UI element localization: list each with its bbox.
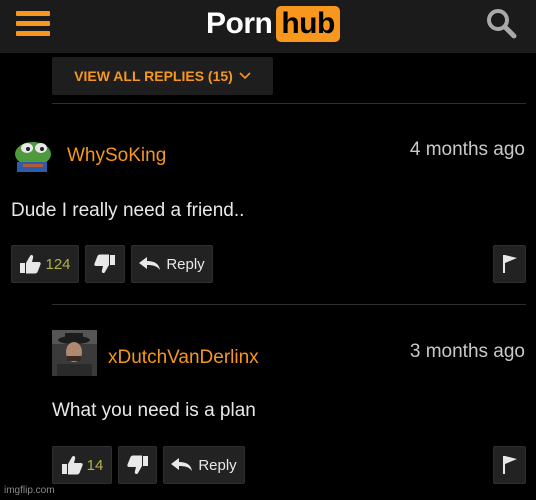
avatar[interactable] (52, 330, 97, 376)
comment-timestamp: 4 months ago (409, 139, 525, 160)
thumbs-up-icon (20, 254, 42, 274)
view-all-replies-button[interactable]: VIEW ALL REPLIES (15) (52, 57, 273, 95)
dislike-button[interactable] (118, 446, 157, 484)
reply-arrow-icon (139, 257, 161, 270)
thumbs-down-icon (94, 254, 115, 274)
like-button[interactable]: 124 (11, 245, 79, 283)
flag-icon (502, 255, 517, 273)
dislike-button[interactable] (85, 245, 125, 283)
watermark: imgflip.com (4, 485, 55, 496)
thumbs-down-icon (126, 455, 148, 475)
divider (52, 304, 526, 305)
thumbs-up-icon (61, 455, 83, 475)
reply-button[interactable]: Reply (131, 245, 213, 283)
search-icon[interactable] (484, 6, 518, 40)
comment-text: What you need is a plan (52, 400, 256, 421)
comment-text: Dude I really need a friend.. (11, 200, 245, 221)
site-logo[interactable]: Porn hub (206, 4, 340, 44)
top-header: Porn hub (0, 0, 536, 53)
chevron-down-icon (239, 72, 251, 80)
reply-button[interactable]: Reply (163, 446, 245, 484)
like-button[interactable]: 14 (52, 446, 112, 484)
flag-button[interactable] (493, 446, 526, 484)
logo-text-left: Porn (206, 7, 273, 40)
reply-label: Reply (198, 456, 237, 474)
like-count: 14 (86, 456, 104, 474)
reply-label: Reply (166, 255, 205, 273)
divider (52, 103, 526, 104)
comment-username[interactable]: xDutchVanDerlinx (108, 347, 259, 369)
like-count: 124 (45, 255, 71, 273)
view-all-replies-label: VIEW ALL REPLIES (15) (74, 68, 233, 84)
flag-icon (502, 456, 517, 474)
hamburger-menu-icon[interactable] (16, 8, 50, 38)
comment-username[interactable]: WhySoKing (67, 145, 166, 167)
reply-arrow-icon (171, 458, 193, 471)
logo-text-right: hub (276, 6, 340, 42)
comment-timestamp: 3 months ago (409, 341, 525, 362)
flag-button[interactable] (493, 245, 526, 283)
avatar[interactable] (11, 136, 55, 174)
